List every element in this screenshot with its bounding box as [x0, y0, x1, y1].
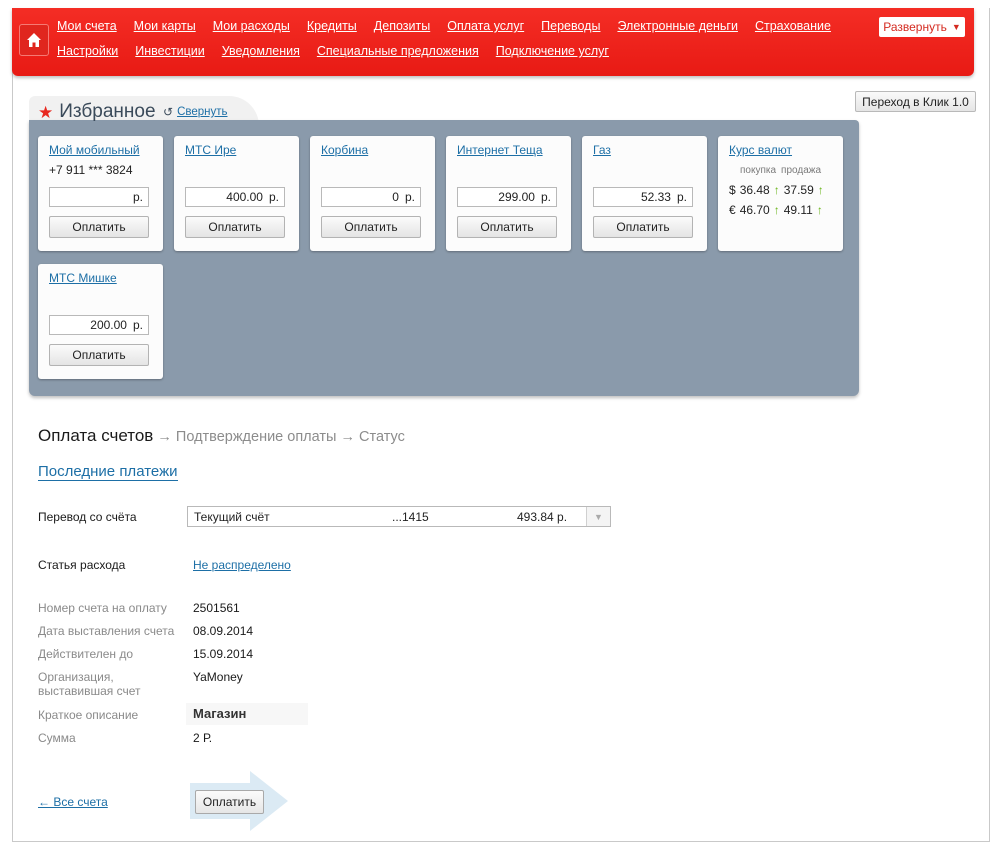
issue-date-value: 08.09.2014 [193, 624, 254, 638]
home-icon [27, 33, 41, 47]
favorite-card: Мой мобильный +7 911 *** 3824 р. Оплатит… [38, 136, 163, 251]
organization-label-line1: Организация, [38, 670, 114, 684]
amount-input[interactable]: 200.00 р. [49, 315, 149, 335]
favorite-card: Корбина 0 р. Оплатить [310, 136, 435, 251]
amount-input[interactable]: 0 р. [321, 187, 421, 207]
nav-connect-services[interactable]: Подключение услуг [496, 44, 609, 58]
organization-label-line2: выставившая счет [38, 684, 141, 698]
nav-row-primary: Мои счета Мои карты Мои расходы Кредиты … [57, 19, 848, 33]
pay-button[interactable]: Оплатить [185, 216, 285, 238]
payment-steps: Оплата счетов → Подтверждение оплаты → С… [38, 426, 405, 446]
submit-pay-button[interactable]: Оплатить [195, 790, 264, 814]
step-current: Оплата счетов [38, 426, 154, 445]
amount-input[interactable]: р. [49, 187, 149, 207]
nav-insurance[interactable]: Страхование [755, 19, 831, 33]
nav-credits[interactable]: Кредиты [307, 19, 357, 33]
nav-my-accounts[interactable]: Мои счета [57, 19, 117, 33]
pay-button[interactable]: Оплатить [49, 344, 149, 366]
amount-input[interactable]: 400.00 р. [185, 187, 285, 207]
pay-button[interactable]: Оплатить [321, 216, 421, 238]
card-phone: +7 911 *** 3824 [49, 163, 133, 177]
valid-until-label: Действителен до [38, 647, 134, 661]
transfer-from-label: Перевод со счёта [38, 510, 137, 524]
issue-date-label: Дата выставления счета [38, 624, 175, 638]
card-title[interactable]: Корбина [321, 143, 368, 157]
card-title[interactable]: МТС Мишке [49, 271, 117, 285]
step-rest: → Подтверждение оплаты → Статус [153, 429, 405, 445]
rate-row-eur: € 46.70 ↑ 49.11 ↑ [729, 203, 823, 217]
arrow-up-icon: ↑ [816, 203, 823, 217]
favorite-card: Газ 52.33 р. Оплатить [582, 136, 707, 251]
amount-input[interactable]: 299.00 р. [457, 187, 557, 207]
favorites-header: ★ Избранное [38, 101, 156, 123]
account-balance: 493.84 р. [517, 510, 568, 524]
expense-label: Статья расхода [38, 558, 126, 572]
amount-input[interactable]: 52.33 р. [593, 187, 693, 207]
nav-my-expenses[interactable]: Мои расходы [213, 19, 290, 33]
rate-row-usd: $ 36.48 ↑ 37.59 ↑ [729, 183, 824, 197]
organization-value: YaMoney [193, 670, 243, 684]
nav-transfers[interactable]: Переводы [541, 19, 600, 33]
description-label: Краткое описание [38, 708, 139, 722]
nav-notifications[interactable]: Уведомления [222, 44, 300, 58]
arrow-up-icon: ↑ [773, 203, 780, 217]
rates-header: покупка продажа [740, 165, 822, 176]
rates-title[interactable]: Курс валют [729, 143, 792, 157]
valid-until-value: 15.09.2014 [193, 647, 254, 661]
collapse-control[interactable]: ↺ Свернуть [163, 105, 228, 119]
favorite-card: Интернет Теща 299.00 р. Оплатить [446, 136, 571, 251]
arrow-up-icon: ↑ [773, 183, 780, 197]
all-invoices-link[interactable]: ← Все счета [38, 795, 108, 809]
sum-label: Сумма [38, 731, 76, 745]
account-number: ...1415 [392, 510, 429, 524]
card-title[interactable]: Мой мобильный [49, 143, 140, 157]
invoice-number-label: Номер счета на оплату [38, 601, 167, 615]
nav-pay-services[interactable]: Оплата услуг [447, 19, 524, 33]
sum-value: 2 Р. [193, 731, 213, 745]
favorite-card: МТС Ире 400.00 р. Оплатить [174, 136, 299, 251]
top-navigation: Мои счета Мои карты Мои расходы Кредиты … [12, 8, 974, 76]
account-name: Текущий счёт [194, 510, 270, 524]
expense-category-link[interactable]: Не распределено [193, 558, 291, 572]
card-title[interactable]: Газ [593, 143, 611, 157]
pay-button[interactable]: Оплатить [593, 216, 693, 238]
card-title[interactable]: МТС Ире [185, 143, 236, 157]
expand-button[interactable]: Развернуть ▼ [879, 17, 965, 37]
nav-e-money[interactable]: Электронные деньги [617, 19, 737, 33]
nav-investments[interactable]: Инвестиции [135, 44, 204, 58]
exchange-rates-card: Курс валют покупка продажа $ 36.48 ↑ 37.… [718, 136, 843, 251]
triangle-down-icon: ▼ [951, 22, 961, 32]
home-button[interactable] [19, 24, 49, 56]
dropdown-icon[interactable]: ▼ [586, 507, 610, 526]
last-payments-link[interactable]: Последние платежи [38, 463, 178, 481]
nav-special-offers[interactable]: Специальные предложения [317, 44, 479, 58]
favorite-card: МТС Мишке 200.00 р. Оплатить [38, 264, 163, 379]
nav-row-secondary: Настройки Инвестиции Уведомления Специал… [57, 44, 626, 58]
description-value: Магазин [186, 703, 308, 725]
switch-to-klik-button[interactable]: Переход в Клик 1.0 [855, 91, 976, 112]
nav-my-cards[interactable]: Мои карты [134, 19, 196, 33]
nav-deposits[interactable]: Депозиты [374, 19, 430, 33]
account-select[interactable]: Текущий счёт ...1415 493.84 р. ▼ [187, 506, 611, 527]
nav-settings[interactable]: Настройки [57, 44, 118, 58]
arrow-up-icon: ↑ [817, 183, 824, 197]
card-title[interactable]: Интернет Теща [457, 143, 543, 157]
collapse-icon: ↺ [163, 105, 174, 119]
collapse-link[interactable]: Свернуть [177, 106, 227, 118]
pay-button[interactable]: Оплатить [457, 216, 557, 238]
expand-label: Развернуть [883, 20, 947, 34]
invoice-number-value: 2501561 [193, 601, 240, 615]
star-icon: ★ [38, 102, 54, 122]
favorites-title: Избранное [59, 101, 156, 122]
pay-button[interactable]: Оплатить [49, 216, 149, 238]
